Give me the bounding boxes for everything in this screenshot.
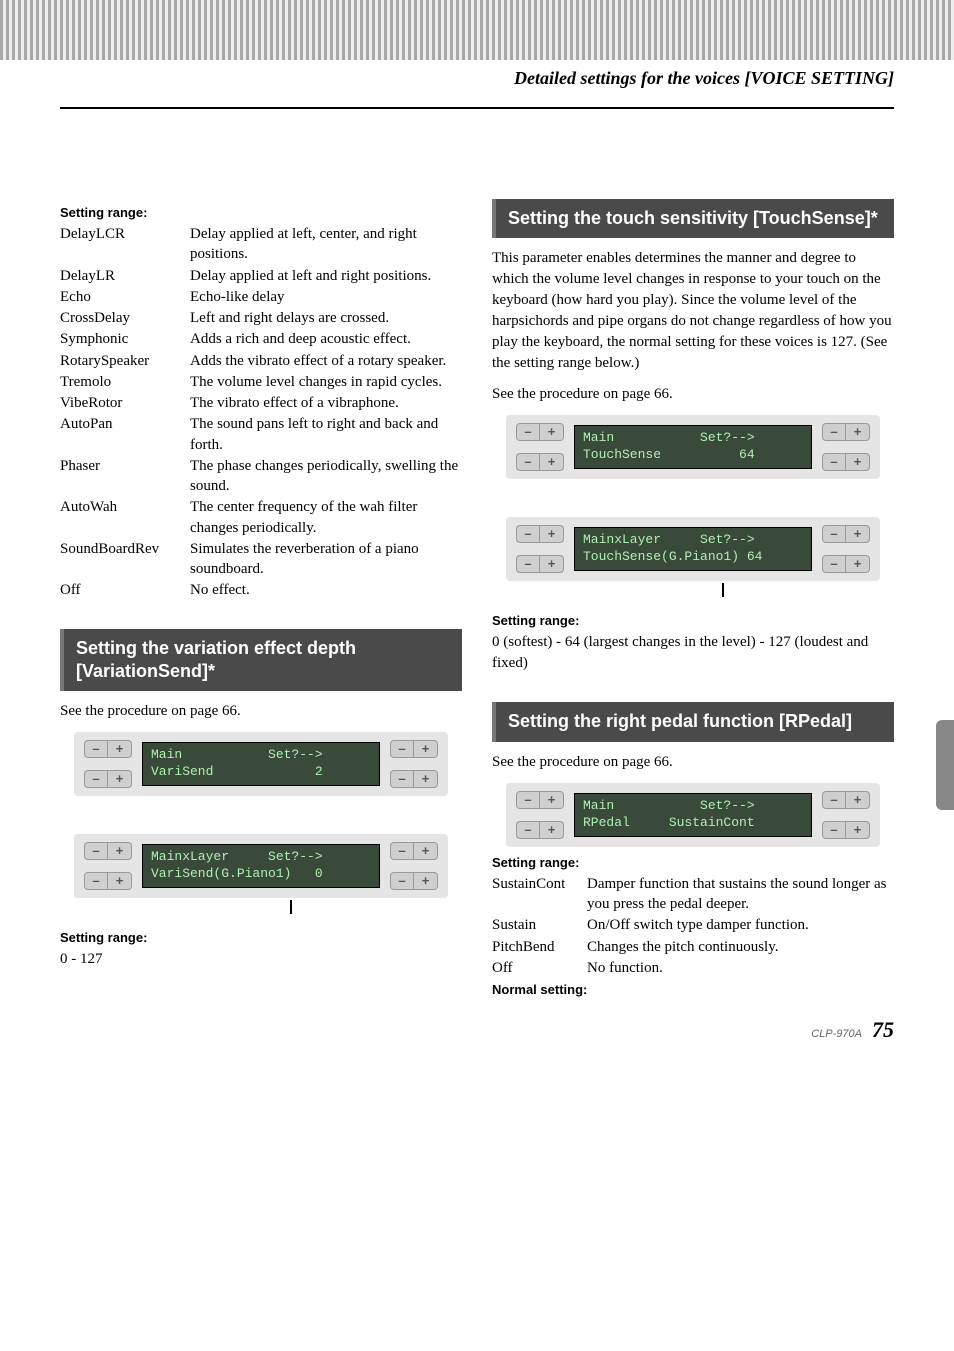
lcd-panel: –+ –+ Main Set?--> VariSend 2 –+ –+ (74, 732, 448, 796)
setting-range-heading: Setting range: (492, 855, 894, 870)
minus-button[interactable]: – (822, 821, 846, 839)
plus-button[interactable]: + (108, 770, 132, 788)
plus-button[interactable]: + (108, 872, 132, 890)
list-item: EchoEcho-like delay (60, 287, 462, 307)
plus-button[interactable]: + (108, 842, 132, 860)
minus-button[interactable]: – (84, 770, 108, 788)
list-item: SustainOn/Off switch type damper functio… (492, 915, 894, 935)
lcd-callout-line (506, 583, 880, 599)
setting-range-heading: Setting range: (60, 205, 462, 220)
setting-range-heading: Setting range: (492, 613, 894, 628)
lcd-panel: –+ –+ Main Set?--> TouchSense 64 –+ –+ (506, 415, 880, 479)
lcd-screen: Main Set?--> RPedal SustainCont (574, 793, 812, 837)
plus-button[interactable]: + (846, 821, 870, 839)
list-item: PitchBendChanges the pitch continuously. (492, 937, 894, 957)
minus-button[interactable]: – (516, 423, 540, 441)
section-heading-variation-send: Setting the variation effect depth [Vari… (60, 629, 462, 692)
minus-button[interactable]: – (516, 525, 540, 543)
plus-button[interactable]: + (540, 525, 564, 543)
see-procedure-note: See the procedure on page 66. (492, 384, 894, 405)
minus-button[interactable]: – (390, 770, 414, 788)
header-bar: Detailed settings for the voices [VOICE … (0, 60, 954, 103)
list-item: OffNo function. (492, 958, 894, 978)
plus-button[interactable]: + (540, 453, 564, 471)
minus-button[interactable]: – (822, 555, 846, 573)
lcd-screen: Main Set?--> TouchSense 64 (574, 425, 812, 469)
page-footer: CLP-970A 75 (0, 997, 954, 1053)
list-item: SymphonicAdds a rich and deep acoustic e… (60, 329, 462, 349)
list-item: AutoWahThe center frequency of the wah f… (60, 497, 462, 538)
minus-button[interactable]: – (516, 555, 540, 573)
minus-button[interactable]: – (516, 821, 540, 839)
plus-button[interactable]: + (414, 872, 438, 890)
top-stripe-decoration (0, 0, 954, 60)
plus-button[interactable]: + (414, 842, 438, 860)
minus-button[interactable]: – (822, 791, 846, 809)
plus-button[interactable]: + (846, 555, 870, 573)
plus-button[interactable]: + (846, 453, 870, 471)
see-procedure-note: See the procedure on page 66. (492, 752, 894, 773)
section-heading-rpedal: Setting the right pedal function [RPedal… (492, 702, 894, 741)
see-procedure-note: See the procedure on page 66. (60, 701, 462, 722)
minus-button[interactable]: – (390, 740, 414, 758)
list-item: SoundBoardRevSimulates the reverberation… (60, 539, 462, 580)
body-paragraph: This parameter enables determines the ma… (492, 248, 894, 374)
minus-button[interactable]: – (822, 525, 846, 543)
side-thumb-tab (936, 720, 954, 810)
minus-button[interactable]: – (516, 791, 540, 809)
setting-range-heading: Setting range: (60, 930, 462, 945)
footer-model: CLP-970A (811, 1028, 862, 1040)
plus-button[interactable]: + (540, 791, 564, 809)
lcd-panel: –+ –+ MainxLayer Set?--> VariSend(G.Pian… (74, 834, 448, 898)
setting-range-value: 0 - 127 (60, 949, 462, 970)
page-section-title: Detailed settings for the voices [VOICE … (514, 68, 894, 88)
minus-button[interactable]: – (822, 453, 846, 471)
section-heading-touch-sense: Setting the touch sensitivity [TouchSens… (492, 199, 894, 238)
minus-button[interactable]: – (84, 740, 108, 758)
minus-button[interactable]: – (84, 872, 108, 890)
list-item: OffNo effect. (60, 580, 462, 600)
plus-button[interactable]: + (846, 423, 870, 441)
plus-button[interactable]: + (846, 525, 870, 543)
minus-button[interactable]: – (84, 842, 108, 860)
plus-button[interactable]: + (540, 821, 564, 839)
minus-button[interactable]: – (516, 453, 540, 471)
plus-button[interactable]: + (540, 555, 564, 573)
list-item: TremoloThe volume level changes in rapid… (60, 372, 462, 392)
plus-button[interactable]: + (846, 791, 870, 809)
list-item: SustainContDamper function that sustains… (492, 874, 894, 915)
lcd-panel: –+ –+ MainxLayer Set?--> TouchSense(G.Pi… (506, 517, 880, 581)
footer-page-number: 75 (872, 1017, 894, 1043)
right-column: Setting the touch sensitivity [TouchSens… (492, 199, 894, 997)
plus-button[interactable]: + (414, 770, 438, 788)
plus-button[interactable]: + (108, 740, 132, 758)
minus-button[interactable]: – (390, 842, 414, 860)
lcd-screen: MainxLayer Set?--> TouchSense(G.Piano1) … (574, 527, 812, 571)
normal-setting-heading: Normal setting: (492, 982, 894, 997)
list-item: RotarySpeakerAdds the vibrato effect of … (60, 351, 462, 371)
lcd-screen: MainxLayer Set?--> VariSend(G.Piano1) 0 (142, 844, 380, 888)
minus-button[interactable]: – (390, 872, 414, 890)
minus-button[interactable]: – (822, 423, 846, 441)
left-column: Setting range: DelayLCRDelay applied at … (60, 199, 462, 997)
lcd-callout-line (74, 900, 448, 916)
effects-list: DelayLCRDelay applied at left, center, a… (60, 224, 462, 601)
list-item: DelayLRDelay applied at left and right p… (60, 266, 462, 286)
lcd-screen: Main Set?--> VariSend 2 (142, 742, 380, 786)
setting-range-value: 0 (softest) - 64 (largest changes in the… (492, 632, 894, 674)
pedal-options-list: SustainContDamper function that sustains… (492, 874, 894, 978)
list-item: VibeRotorThe vibrato effect of a vibraph… (60, 393, 462, 413)
list-item: PhaserThe phase changes periodically, sw… (60, 456, 462, 497)
lcd-panel: –+ –+ Main Set?--> RPedal SustainCont –+… (506, 783, 880, 847)
list-item: DelayLCRDelay applied at left, center, a… (60, 224, 462, 265)
list-item: CrossDelayLeft and right delays are cros… (60, 308, 462, 328)
plus-button[interactable]: + (540, 423, 564, 441)
list-item: AutoPanThe sound pans left to right and … (60, 414, 462, 455)
plus-button[interactable]: + (414, 740, 438, 758)
